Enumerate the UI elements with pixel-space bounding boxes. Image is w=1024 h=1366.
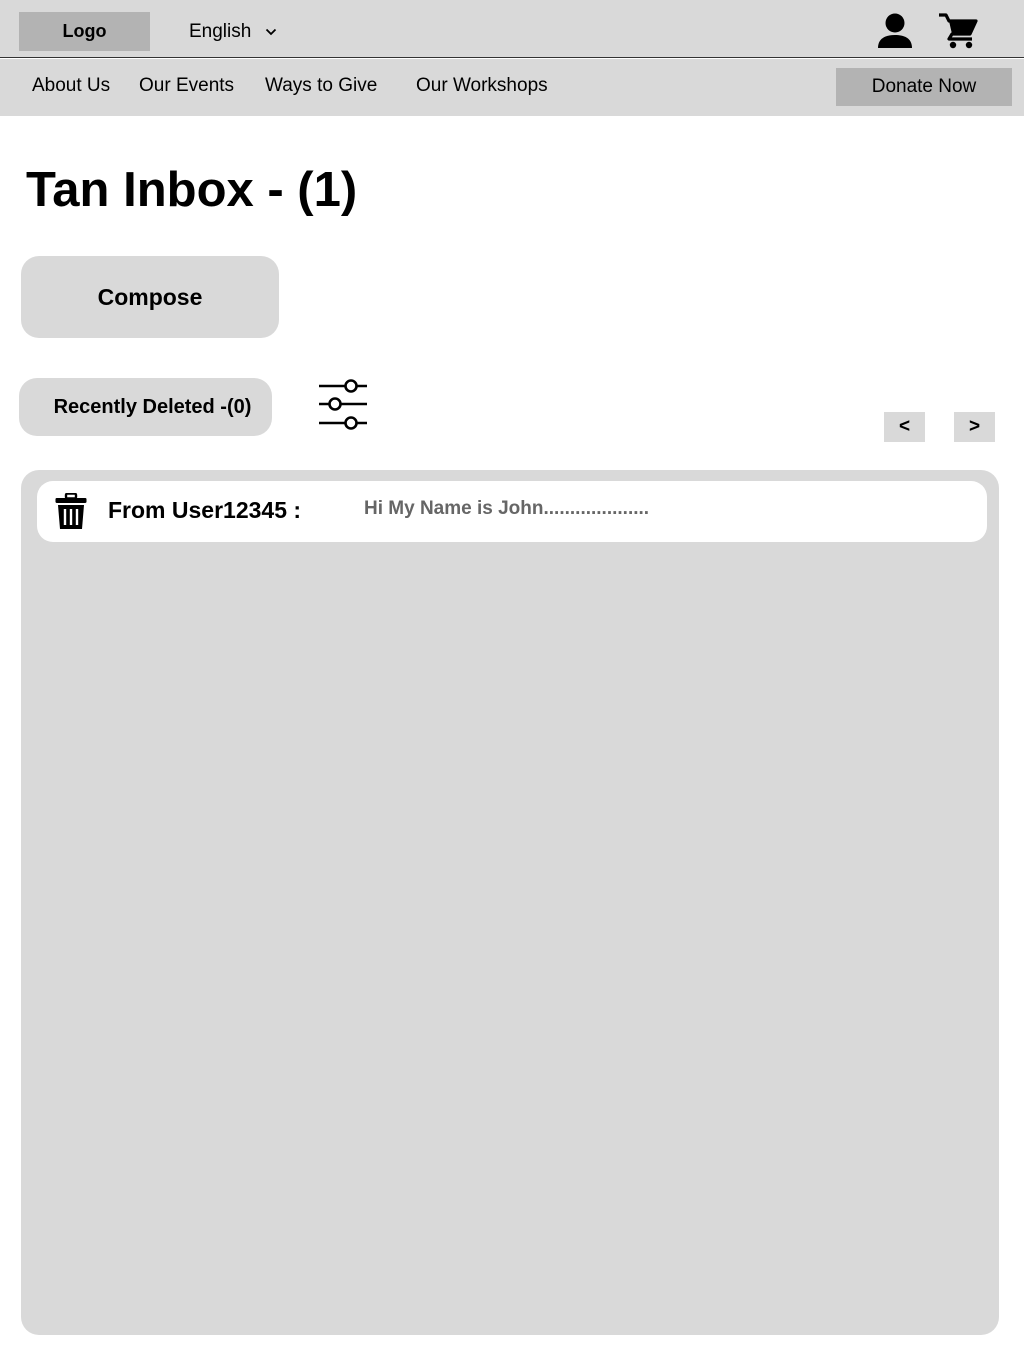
previous-page-button[interactable]: < bbox=[884, 412, 925, 442]
donate-now-button[interactable]: Donate Now bbox=[836, 68, 1012, 106]
cart-icon[interactable] bbox=[938, 12, 978, 50]
next-page-button[interactable]: > bbox=[954, 412, 995, 442]
inbox-list: From User12345 : Hi My Name is John.....… bbox=[21, 470, 999, 1335]
list-item[interactable]: From User12345 : Hi My Name is John.....… bbox=[37, 481, 987, 542]
top-bar: Logo English bbox=[0, 0, 1024, 58]
nav-item-our-events[interactable]: Our Events bbox=[139, 75, 234, 97]
message-preview: Hi My Name is John.................... bbox=[364, 498, 650, 519]
nav-item-our-workshops[interactable]: Our Workshops bbox=[416, 75, 548, 97]
chevron-down-icon bbox=[265, 28, 277, 36]
recently-deleted-button[interactable]: Recently Deleted -(0) bbox=[19, 378, 272, 436]
language-selector[interactable]: English bbox=[189, 18, 277, 46]
nav-item-about-us[interactable]: About Us bbox=[32, 75, 110, 97]
language-label: English bbox=[189, 21, 252, 42]
main-nav: About Us Our Events Ways to Give Our Wor… bbox=[0, 59, 1024, 116]
trash-icon[interactable] bbox=[55, 492, 87, 530]
logo[interactable]: Logo bbox=[19, 12, 150, 51]
user-icon[interactable] bbox=[876, 12, 914, 50]
sliders-icon[interactable] bbox=[316, 376, 370, 432]
message-sender: From User12345 : bbox=[108, 497, 302, 523]
nav-item-ways-to-give[interactable]: Ways to Give bbox=[265, 75, 377, 97]
compose-button[interactable]: Compose bbox=[21, 256, 279, 338]
page-title: Tan Inbox - (1) bbox=[26, 163, 358, 217]
